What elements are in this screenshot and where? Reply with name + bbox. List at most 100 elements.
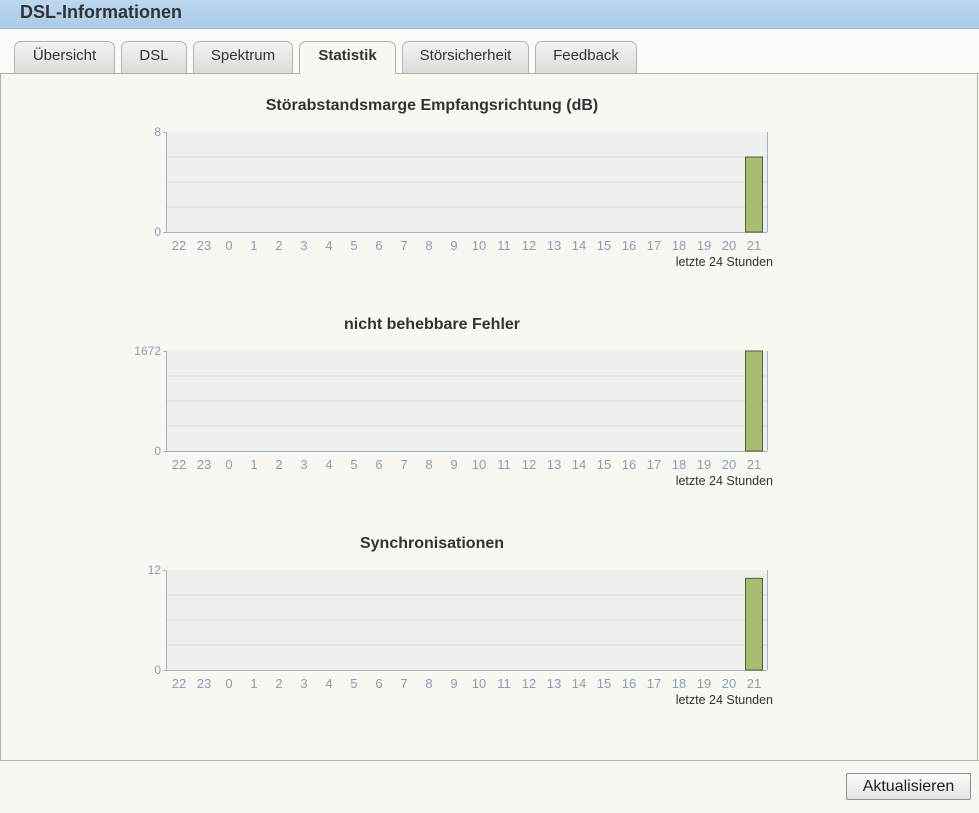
statistics-panel: Störabstandsmarge Empfangsrichtung (dB) … [0, 74, 978, 760]
x-tick-label: 16 [622, 457, 636, 472]
x-axis-label: letzte 24 Stunden [676, 693, 773, 707]
x-tick-label: 18 [672, 457, 686, 472]
x-tick-label: 19 [697, 457, 711, 472]
footer-bar: Aktualisieren [0, 760, 979, 813]
x-tick-label: 4 [325, 676, 332, 691]
x-tick-label: 2 [275, 457, 282, 472]
x-tick-label: 9 [450, 238, 457, 253]
x-tick-label: 11 [497, 238, 511, 253]
x-tick-label: 15 [597, 457, 611, 472]
x-tick-label: 14 [572, 676, 586, 691]
x-tick-label: 8 [425, 676, 432, 691]
bar-21 [745, 156, 763, 233]
x-tick-label: 7 [400, 238, 407, 253]
y-tick-label-min: 0 [154, 663, 161, 677]
x-tick-label: 10 [472, 457, 486, 472]
x-tick-label: 19 [697, 238, 711, 253]
chart-title-synchronizations: Synchronisationen [359, 535, 505, 552]
x-axis-label: letzte 24 Stunden [676, 474, 773, 488]
x-tick-label: 21 [747, 676, 761, 691]
tab-stoersicherheit[interactable]: Störsicherheit [402, 41, 529, 73]
x-tick-label: 20 [722, 457, 736, 472]
x-tick-label: 12 [522, 676, 536, 691]
x-tick-label: 15 [597, 238, 611, 253]
x-tick-label: 5 [350, 676, 357, 691]
x-tick-label: 2 [275, 676, 282, 691]
x-tick-label: 3 [300, 238, 307, 253]
bar-21 [745, 350, 763, 452]
x-tick-label: 21 [747, 238, 761, 253]
x-tick-label: 5 [350, 457, 357, 472]
x-tick-label: 18 [672, 238, 686, 253]
x-tick-label: 11 [497, 676, 511, 691]
bar-21 [745, 577, 763, 671]
refresh-button[interactable]: Aktualisieren [846, 773, 971, 800]
x-tick-label: 0 [225, 676, 232, 691]
x-tick-label: 17 [647, 238, 661, 253]
x-tick-label: 14 [572, 238, 586, 253]
x-tick-label: 9 [450, 457, 457, 472]
x-tick-label: 0 [225, 238, 232, 253]
x-tick-label: 20 [722, 676, 736, 691]
x-tick-label: 13 [547, 238, 561, 253]
x-tick-label: 9 [450, 676, 457, 691]
chart-snr-margin: 8022 23 0 1 2 3 4 5 6 7 8 9 10 11 12 13 14 15 16 17 18 19 20 21… [154, 125, 773, 269]
x-tick-label: 8 [425, 238, 432, 253]
x-tick-label: 22 [172, 457, 186, 472]
x-tick-label: 22 [172, 238, 186, 253]
x-tick-label: 15 [597, 676, 611, 691]
x-tick-label: 6 [375, 676, 382, 691]
x-tick-label: 13 [547, 457, 561, 472]
chart-title-snr-margin: Störabstandsmarge Empfangsrichtung (dB) [265, 97, 599, 114]
tab-uebersicht[interactable]: Übersicht [14, 41, 115, 73]
x-tick-label: 14 [572, 457, 586, 472]
x-tick-label: 12 [522, 457, 536, 472]
tab-dsl[interactable]: DSL [121, 41, 187, 73]
y-tick-label-min: 0 [154, 225, 161, 239]
chart-synchronizations: 12022 23 0 1 2 3 4 5 6 7 8 9 10 11 12 13 14 15 16 17 18 19 20 2… [148, 563, 773, 707]
y-tick-label-min: 0 [154, 444, 161, 458]
x-tick-label: 21 [747, 457, 761, 472]
chart-title-uncorrectable-errors: nicht behebbare Fehler [343, 316, 521, 333]
y-tick-label-max: 12 [148, 563, 162, 577]
tab-bar: Übersicht DSL Spektrum Statistik Störsic… [0, 29, 979, 74]
window-title: DSL-Informationen [20, 2, 182, 22]
x-tick-label: 17 [647, 457, 661, 472]
x-tick-label: 2 [275, 238, 282, 253]
x-tick-label: 23 [197, 457, 211, 472]
y-tick-label-max: 8 [154, 125, 161, 139]
x-tick-label: 16 [622, 238, 636, 253]
y-tick-label-max: 1672 [134, 344, 161, 358]
x-tick-label: 23 [197, 676, 211, 691]
x-tick-label: 1 [250, 238, 257, 253]
x-tick-label: 6 [375, 457, 382, 472]
x-tick-label: 22 [172, 676, 186, 691]
x-tick-label: 7 [400, 676, 407, 691]
x-tick-label: 18 [672, 676, 686, 691]
x-tick-label: 8 [425, 457, 432, 472]
x-tick-label: 7 [400, 457, 407, 472]
x-tick-label: 13 [547, 676, 561, 691]
x-tick-label: 23 [197, 238, 211, 253]
x-tick-label: 4 [325, 238, 332, 253]
x-tick-label: 1 [250, 676, 257, 691]
tab-feedback[interactable]: Feedback [535, 41, 637, 73]
window-titlebar: DSL-Informationen [0, 0, 979, 29]
x-tick-label: 11 [497, 457, 511, 472]
x-tick-label: 16 [622, 676, 636, 691]
x-tick-label: 10 [472, 676, 486, 691]
chart-uncorrectable-errors: 1672022 23 0 1 2 3 4 5 6 7 8 9 10 11 12 13 14 15 16 17 18 19 2… [134, 344, 773, 488]
tab-spektrum[interactable]: Spektrum [193, 41, 293, 73]
x-tick-label: 17 [647, 676, 661, 691]
x-tick-label: 1 [250, 457, 257, 472]
x-tick-label: 3 [300, 676, 307, 691]
x-tick-label: 10 [472, 238, 486, 253]
x-tick-label: 19 [697, 676, 711, 691]
x-tick-label: 12 [522, 238, 536, 253]
x-axis-label: letzte 24 Stunden [676, 255, 773, 269]
tab-statistik[interactable]: Statistik [299, 41, 396, 74]
x-tick-label: 0 [225, 457, 232, 472]
x-tick-label: 6 [375, 238, 382, 253]
x-tick-label: 4 [325, 457, 332, 472]
x-tick-label: 3 [300, 457, 307, 472]
